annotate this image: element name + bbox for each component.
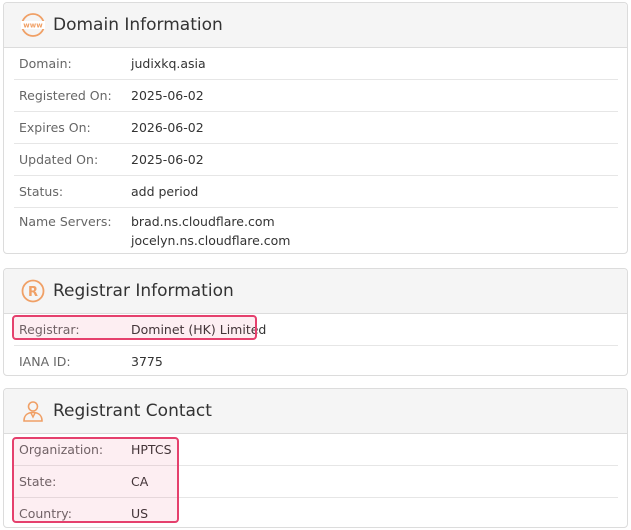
info-value: 2025-06-02 [131,88,204,103]
registrant-contact-title: Registrant Contact [53,401,212,421]
info-label: Domain: [19,56,72,71]
info-label: Expires On: [19,120,91,135]
registrar-information-header: R Registrar Information [4,269,627,314]
registrant-highlight-box [12,437,179,523]
info-row-iana-id: IANA ID: 3775 [14,346,618,378]
info-label: Registered On: [19,88,112,103]
info-row-registered-on: Registered On: 2025-06-02 [14,80,618,112]
info-value: judixkq.asia [131,56,206,71]
registrant-contact-header: Registrant Contact [4,389,627,434]
info-value: 2025-06-02 [131,152,204,167]
person-icon [23,401,43,422]
info-label: Name Servers: [19,214,112,229]
domain-information-header: www Domain Information [4,3,627,48]
info-label: IANA ID: [19,354,71,369]
name-servers-list: brad.ns.cloudflare.com jocelyn.ns.cloudf… [131,212,290,250]
info-row-domain: Domain: judixkq.asia [14,48,618,80]
info-label: Updated On: [19,152,99,167]
info-row-updated-on: Updated On: 2025-06-02 [14,144,618,176]
www-globe-icon: www [21,13,45,37]
info-row-expires-on: Expires On: 2026-06-02 [14,112,618,144]
info-row-status: Status: add period [14,176,618,208]
info-row-name-servers: Name Servers: brad.ns.cloudflare.com joc… [14,208,618,253]
registered-icon: R [21,279,45,303]
info-value: 2026-06-02 [131,120,204,135]
info-value: add period [131,184,199,199]
svg-text:www: www [23,22,43,30]
info-value: 3775 [131,354,163,369]
registrar-information-title: Registrar Information [53,281,234,301]
name-server-value: brad.ns.cloudflare.com [131,214,275,229]
domain-information-card: www Domain Information Domain: judixkq.a… [3,2,628,254]
name-server-value: jocelyn.ns.cloudflare.com [131,233,291,248]
registrar-highlight-box [12,315,257,340]
svg-text:R: R [28,285,38,300]
info-label: Status: [19,184,64,199]
domain-information-title: Domain Information [53,15,223,35]
